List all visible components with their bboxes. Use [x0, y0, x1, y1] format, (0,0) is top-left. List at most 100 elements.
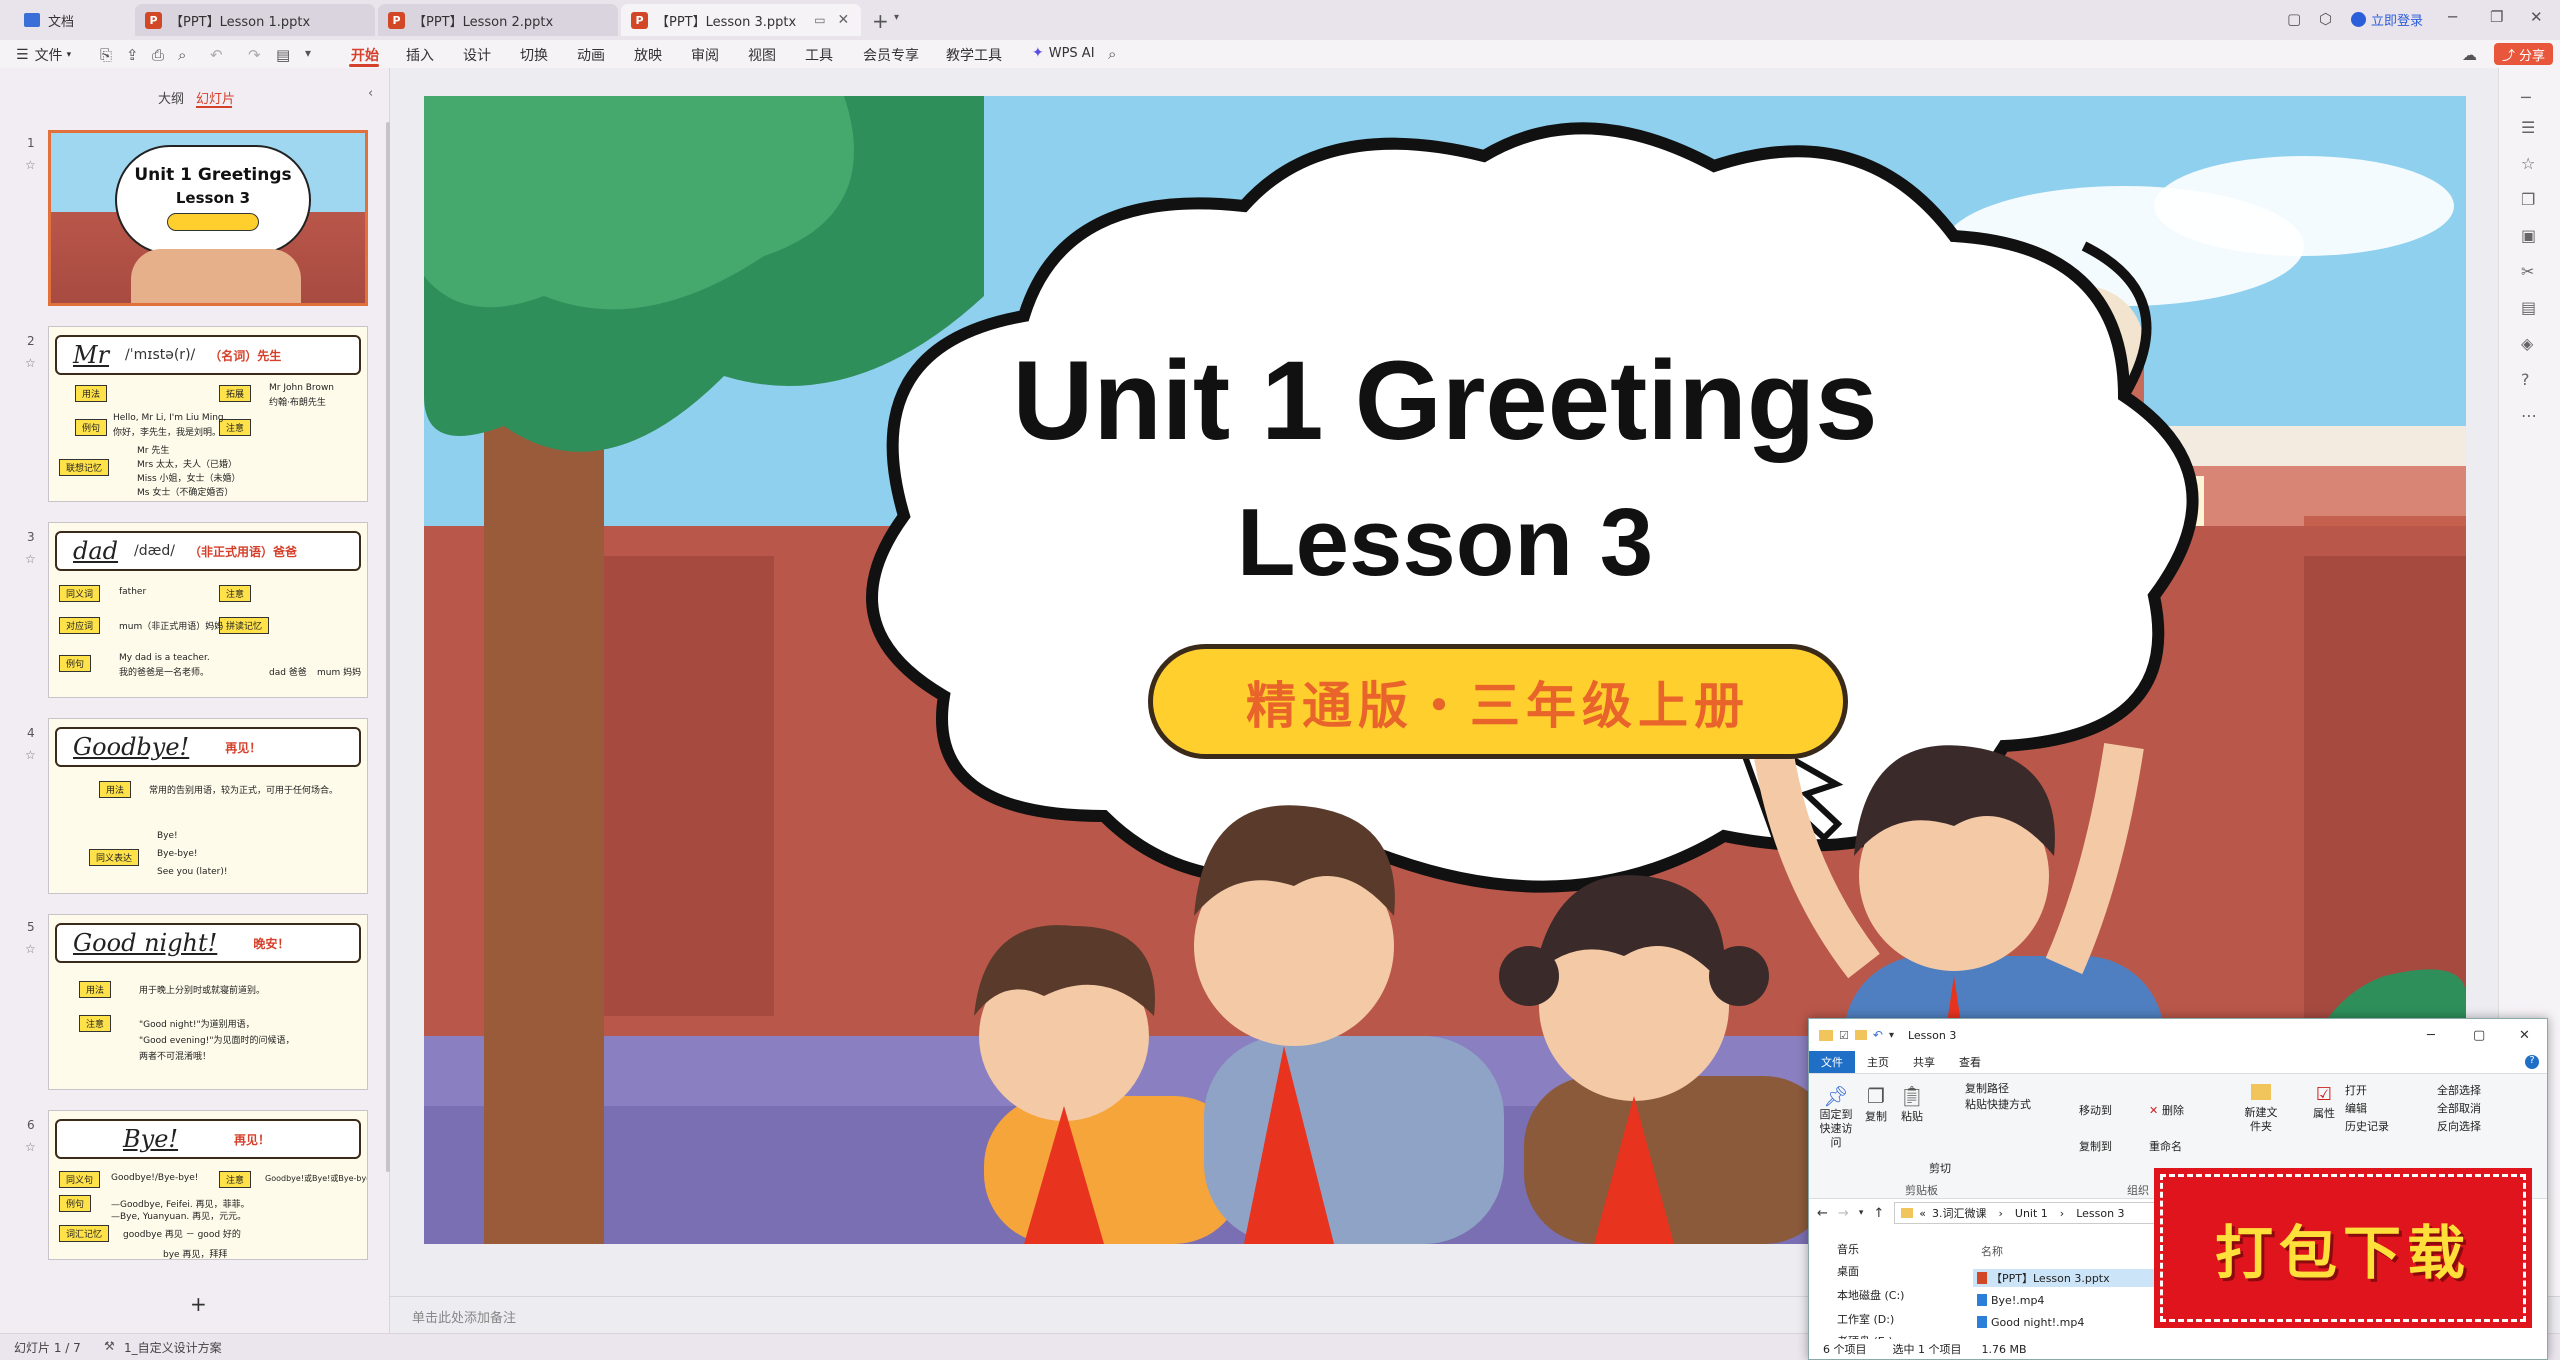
select-none-button[interactable]: 全部取消: [2437, 1100, 2481, 1116]
tab-slides[interactable]: 幻灯片: [196, 88, 235, 107]
slide-thumbnail-5[interactable]: Good night! 晚安！ 用法 注意 用于晚上分别时或就寝前道别。 "Go…: [48, 914, 368, 1090]
cloud-sync-icon[interactable]: ☁: [2462, 46, 2477, 64]
theme-name[interactable]: 1_自定义设计方案: [124, 1339, 222, 1356]
theme-icon[interactable]: ⚒: [104, 1339, 115, 1353]
save-icon[interactable]: ⎘: [100, 46, 112, 64]
close-icon[interactable]: ✕: [2519, 1028, 2530, 1043]
help-icon[interactable]: ?: [2525, 1055, 2539, 1069]
menu-start[interactable]: 开始: [351, 45, 379, 65]
panel-scrollbar[interactable]: [386, 122, 390, 1172]
rename-button[interactable]: 重命名: [2149, 1138, 2182, 1154]
more-icon[interactable]: ⋯: [2521, 406, 2537, 425]
explorer-tab-share[interactable]: 共享: [1901, 1051, 1947, 1073]
invert-selection-button[interactable]: 反向选择: [2437, 1118, 2481, 1134]
tab-lesson2[interactable]: P 【PPT】Lesson 2.pptx: [378, 4, 618, 36]
minimize-icon[interactable]: ─: [2427, 1028, 2435, 1043]
explorer-tab-file[interactable]: 文件: [1809, 1051, 1855, 1073]
help-icon[interactable]: ?: [2521, 370, 2530, 389]
chevron-down-icon[interactable]: ▾: [1859, 1208, 1864, 1218]
badge-icon[interactable]: ◈: [2521, 334, 2533, 353]
menu-insert[interactable]: 插入: [406, 45, 434, 65]
properties-button[interactable]: ☑ 属性: [2309, 1084, 2339, 1121]
tools-icon[interactable]: ✂: [2521, 262, 2534, 281]
cube-icon[interactable]: ⬡: [2319, 10, 2332, 28]
cut-button[interactable]: 剪切: [1929, 1160, 1951, 1176]
nav-desktop[interactable]: 桌面: [1837, 1263, 1859, 1279]
file-row[interactable]: 【PPT】Lesson 3.pptx: [1973, 1269, 2173, 1287]
move-to-button[interactable]: 移动到: [2079, 1102, 2112, 1118]
adjust-icon[interactable]: ☰: [2521, 118, 2535, 137]
menu-member[interactable]: 会员专享: [863, 45, 919, 65]
slide-thumbnail-3[interactable]: dad /dæd/ （非正式用语）爸爸 同义词 注意 对应词 拼读记忆 例句 f…: [48, 522, 368, 698]
select-all-button[interactable]: 全部选择: [2437, 1082, 2481, 1098]
properties-quick-icon[interactable]: ☑: [1839, 1029, 1849, 1042]
paste-shortcut-button[interactable]: 粘贴快捷方式: [1965, 1096, 2031, 1112]
breadcrumb-part[interactable]: 3.词汇微课: [1932, 1205, 1987, 1221]
open-button[interactable]: 打开: [2345, 1082, 2367, 1098]
slide-thumbnail-1[interactable]: Unit 1 Greetings Lesson 3: [48, 130, 368, 306]
wps-ai-button[interactable]: ✦ WPS AI: [1032, 45, 1095, 61]
back-icon[interactable]: ←: [1817, 1206, 1828, 1221]
explorer-tab-home[interactable]: 主页: [1855, 1051, 1901, 1073]
minus-icon[interactable]: ─: [2521, 88, 2531, 107]
share-button[interactable]: ⤴ 分享: [2494, 43, 2554, 65]
menu-animation[interactable]: 动画: [577, 45, 605, 65]
tab-outline[interactable]: 大纲: [158, 88, 184, 107]
menu-design[interactable]: 设计: [463, 45, 491, 65]
star-icon[interactable]: ☆: [2521, 154, 2535, 173]
new-folder-button[interactable]: 新建文件夹: [2241, 1084, 2281, 1134]
print-icon[interactable]: ⎙: [152, 46, 164, 64]
slide-thumbnail-2[interactable]: Mr /ˈmɪstə(r)/ （名词）先生 用法 拓展 例句 注意 联想记忆 H…: [48, 326, 368, 502]
copy-icon[interactable]: ❐: [2521, 190, 2535, 209]
redo-icon[interactable]: ↷: [248, 46, 261, 64]
menu-transition[interactable]: 切换: [520, 45, 548, 65]
menu-tools[interactable]: 工具: [805, 45, 833, 65]
menu-slideshow[interactable]: 放映: [634, 45, 662, 65]
more-quick-icon[interactable]: ▾: [305, 46, 311, 60]
undo-icon[interactable]: ↶: [210, 46, 223, 64]
tab-list-chevron-icon[interactable]: ▾: [894, 12, 899, 23]
close-tab-icon[interactable]: ✕: [838, 12, 850, 28]
explorer-tab-view[interactable]: 查看: [1947, 1051, 1993, 1073]
maximize-icon[interactable]: ▢: [2473, 1028, 2485, 1043]
slide-thumbnail-4[interactable]: Goodbye! 再见！ 用法 同义表达 常用的告别用语，较为正式，可用于任何场…: [48, 718, 368, 894]
undo-quick-icon[interactable]: ↶: [1873, 1028, 1883, 1042]
column-name-header[interactable]: 名称: [1981, 1243, 2003, 1259]
preview-icon[interactable]: ⌕: [178, 46, 186, 64]
pin-button[interactable]: 📌︎ 固定到快速访问: [1815, 1084, 1857, 1150]
copy-path-button[interactable]: 复制路径: [1965, 1080, 2009, 1096]
format-painter-icon[interactable]: ▤: [276, 46, 290, 64]
edit-button[interactable]: 编辑: [2345, 1100, 2367, 1116]
paste-button[interactable]: 📋︎ 粘贴: [1897, 1084, 1927, 1124]
maximize-icon[interactable]: ❐: [2490, 8, 2503, 26]
nav-drive-d[interactable]: 工作室 (D:): [1837, 1311, 1894, 1327]
download-badge[interactable]: 打包下载: [2154, 1168, 2532, 1328]
tab-lesson1[interactable]: P 【PPT】Lesson 1.pptx: [135, 4, 375, 36]
up-icon[interactable]: ↑: [1873, 1206, 1884, 1221]
new-folder-quick-icon[interactable]: [1854, 1030, 1867, 1040]
book-icon[interactable]: ▤: [2521, 298, 2536, 317]
file-row[interactable]: Good night!.mp4: [1973, 1313, 2173, 1331]
search-icon[interactable]: ⌕: [1108, 45, 1116, 63]
add-slide-icon[interactable]: +: [190, 1292, 207, 1316]
login-button[interactable]: 立即登录: [2351, 10, 2423, 29]
file-row[interactable]: Bye!.mp4: [1973, 1291, 2173, 1309]
close-window-icon[interactable]: ✕: [2530, 8, 2543, 26]
image-icon[interactable]: ▣: [2521, 226, 2536, 245]
collapse-panel-icon[interactable]: ‹: [368, 86, 373, 101]
history-button[interactable]: 历史记录: [2345, 1118, 2389, 1134]
file-menu[interactable]: ☰ 文件 ▾: [16, 45, 71, 65]
monitor-icon[interactable]: ▭: [814, 13, 825, 27]
breadcrumb-part[interactable]: Unit 1: [2015, 1207, 2048, 1220]
tab-lesson3[interactable]: P 【PPT】Lesson 3.pptx ▭ ✕: [621, 4, 861, 36]
quick-menu-icon[interactable]: ▾: [1889, 1030, 1894, 1041]
nav-music[interactable]: 音乐: [1837, 1241, 1859, 1257]
minimize-icon[interactable]: ─: [2448, 8, 2457, 26]
breadcrumb-part[interactable]: Lesson 3: [2076, 1207, 2124, 1220]
delete-button[interactable]: ✕ 删除: [2149, 1102, 2184, 1118]
copy-to-button[interactable]: 复制到: [2079, 1138, 2112, 1154]
copy-button[interactable]: ❐ 复制: [1861, 1084, 1891, 1124]
menu-teaching-tools[interactable]: 教学工具: [946, 45, 1002, 65]
window-mode-icon[interactable]: ▢: [2287, 10, 2301, 28]
new-tab-icon[interactable]: +: [872, 9, 889, 33]
